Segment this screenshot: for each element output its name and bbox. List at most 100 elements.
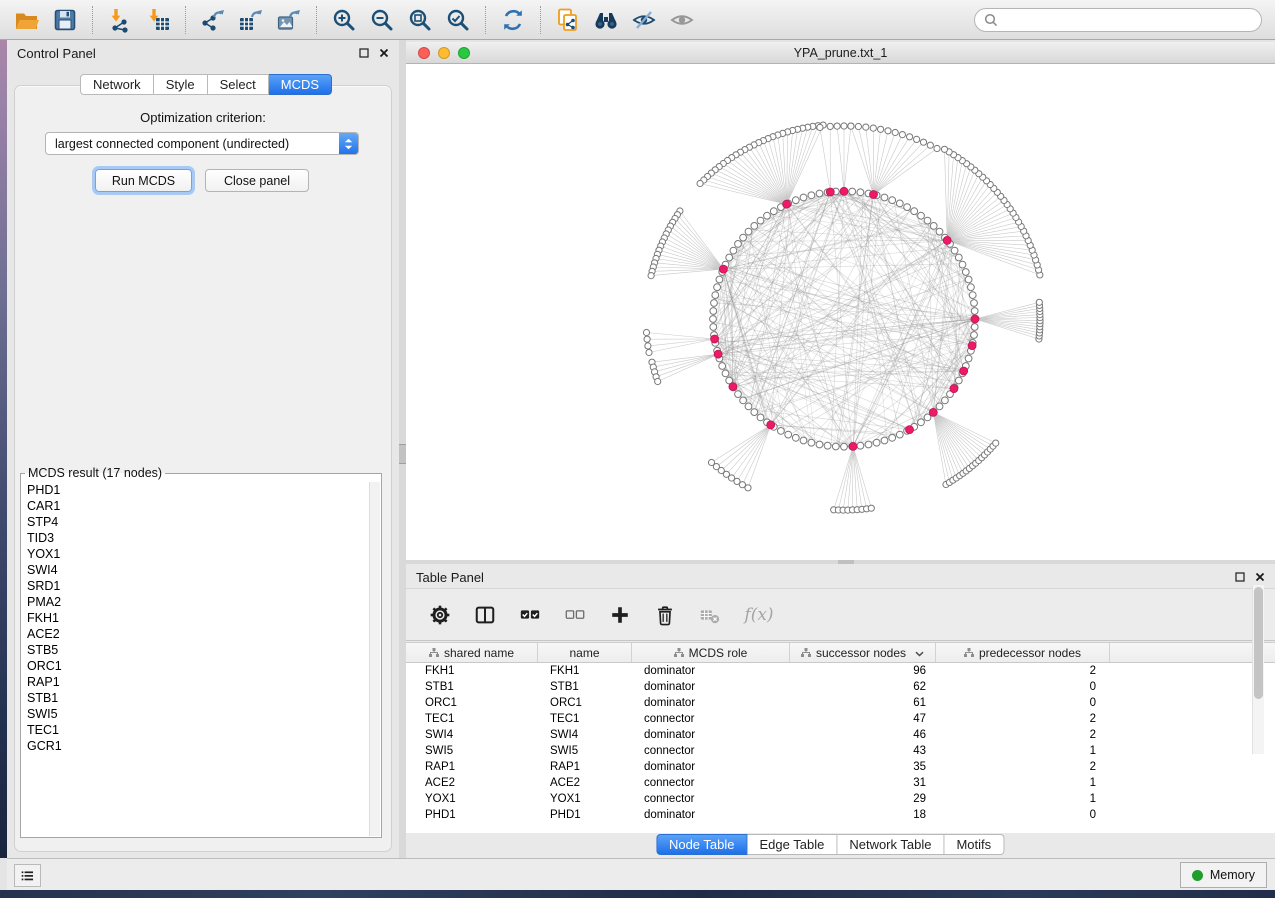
mcds-result-item[interactable]: ACE2 [22,626,369,642]
run-mcds-button[interactable]: Run MCDS [95,169,192,192]
delete-button[interactable] [651,601,679,629]
mcds-dominator-node[interactable] [719,265,727,273]
network-node[interactable] [969,292,976,299]
network-node[interactable] [817,124,823,130]
network-node[interactable] [751,409,758,416]
table-row[interactable]: ORC1ORC1dominator610 [406,695,1275,711]
network-node[interactable] [885,128,891,134]
network-node[interactable] [863,124,869,130]
network-node[interactable] [730,247,737,254]
network-node[interactable] [740,234,747,241]
import-table-button[interactable] [139,3,177,37]
network-node[interactable] [930,223,937,230]
column-header-name[interactable]: name [538,643,632,662]
export-image-button[interactable] [270,3,308,37]
network-node[interactable] [942,397,949,404]
mcds-result-item[interactable]: SWI4 [22,562,369,578]
tab-edge-table[interactable]: Edge Table [748,834,838,855]
mcds-dominator-node[interactable] [826,188,834,196]
table-row[interactable]: FKH1FKH1dominator962 [406,663,1275,679]
mcds-result-item[interactable]: RAP1 [22,674,369,690]
mcds-result-item[interactable]: STP4 [22,514,369,530]
network-node[interactable] [971,300,978,307]
network-node[interactable] [792,434,799,441]
tab-motifs[interactable]: Motifs [944,834,1004,855]
network-node[interactable] [714,284,721,291]
network-node[interactable] [827,123,833,129]
network-node[interactable] [955,377,962,384]
network-node[interactable] [757,217,764,224]
network-node[interactable] [918,212,925,219]
mcds-dominator-node[interactable] [783,200,791,208]
tab-select[interactable]: Select [208,74,269,95]
vertical-split-divider[interactable] [399,40,406,858]
table-row[interactable]: SWI4SWI4dominator462 [406,727,1275,743]
network-node[interactable] [955,254,962,261]
deselect-all-button[interactable] [561,601,589,629]
float-panel-button[interactable] [359,48,369,58]
network-node[interactable] [778,428,785,435]
network-node[interactable] [751,223,758,230]
mcds-dominator-node[interactable] [968,342,976,350]
network-node[interactable] [841,443,848,450]
zoom-selected-button[interactable] [439,3,477,37]
network-node[interactable] [881,437,888,444]
close-table-panel-button[interactable] [1255,572,1265,582]
network-node[interactable] [920,139,926,145]
network-node[interactable] [896,431,903,438]
mcds-result-item[interactable]: SWI5 [22,706,369,722]
network-node[interactable] [824,442,831,449]
mcds-result-item[interactable]: SRD1 [22,578,369,594]
network-node[interactable] [792,197,799,204]
network-node[interactable] [745,485,751,491]
network-node[interactable] [971,308,978,315]
mcds-dominator-node[interactable] [971,315,979,323]
mcds-dominator-node[interactable] [729,383,737,391]
network-search-input[interactable] [1004,11,1251,29]
column-header-MCDS-role[interactable]: MCDS role [632,643,790,662]
settings-button[interactable] [426,601,454,629]
network-node[interactable] [965,276,972,283]
network-node[interactable] [785,431,792,438]
network-node[interactable] [889,197,896,204]
network-node[interactable] [764,212,771,219]
network-node[interactable] [770,208,777,215]
network-node[interactable] [927,142,933,148]
zoom-in-button[interactable] [325,3,363,37]
network-node[interactable] [800,194,807,201]
network-node[interactable] [959,261,966,268]
import-network-button[interactable] [101,3,139,37]
network-node[interactable] [896,200,903,207]
clone-network-button[interactable] [549,3,587,37]
criterion-select[interactable]: largest connected component (undirected) [45,132,359,155]
network-node[interactable] [808,192,815,199]
network-node[interactable] [962,269,969,276]
zoom-window-icon[interactable] [458,47,470,59]
show-all-button[interactable] [663,3,701,37]
tab-network[interactable]: Network [80,74,154,95]
network-node[interactable] [855,123,861,129]
network-node[interactable] [870,125,876,131]
network-node[interactable] [857,189,864,196]
memory-button[interactable]: Memory [1180,862,1267,888]
network-node[interactable] [878,126,884,132]
column-header-predecessor-nodes[interactable]: predecessor nodes [936,643,1110,662]
mcds-result-item[interactable]: STB1 [22,690,369,706]
tab-style[interactable]: Style [154,74,208,95]
network-node[interactable] [873,439,880,446]
divider-handle[interactable] [399,444,406,464]
mcds-result-item[interactable]: TID3 [22,530,369,546]
network-node[interactable] [644,336,650,342]
mcds-dominator-node[interactable] [840,187,848,195]
mcds-result-item[interactable]: GCR1 [22,738,369,754]
network-node[interactable] [757,414,764,421]
network-node[interactable] [722,370,729,377]
network-node[interactable] [800,437,807,444]
network-node[interactable] [710,324,717,331]
network-node[interactable] [655,378,661,384]
network-node[interactable] [899,132,905,138]
network-node[interactable] [726,254,733,261]
tab-mcds[interactable]: MCDS [269,74,332,95]
mcds-result-scrollbar[interactable] [369,482,380,836]
table-row[interactable]: STB1STB1dominator620 [406,679,1275,695]
